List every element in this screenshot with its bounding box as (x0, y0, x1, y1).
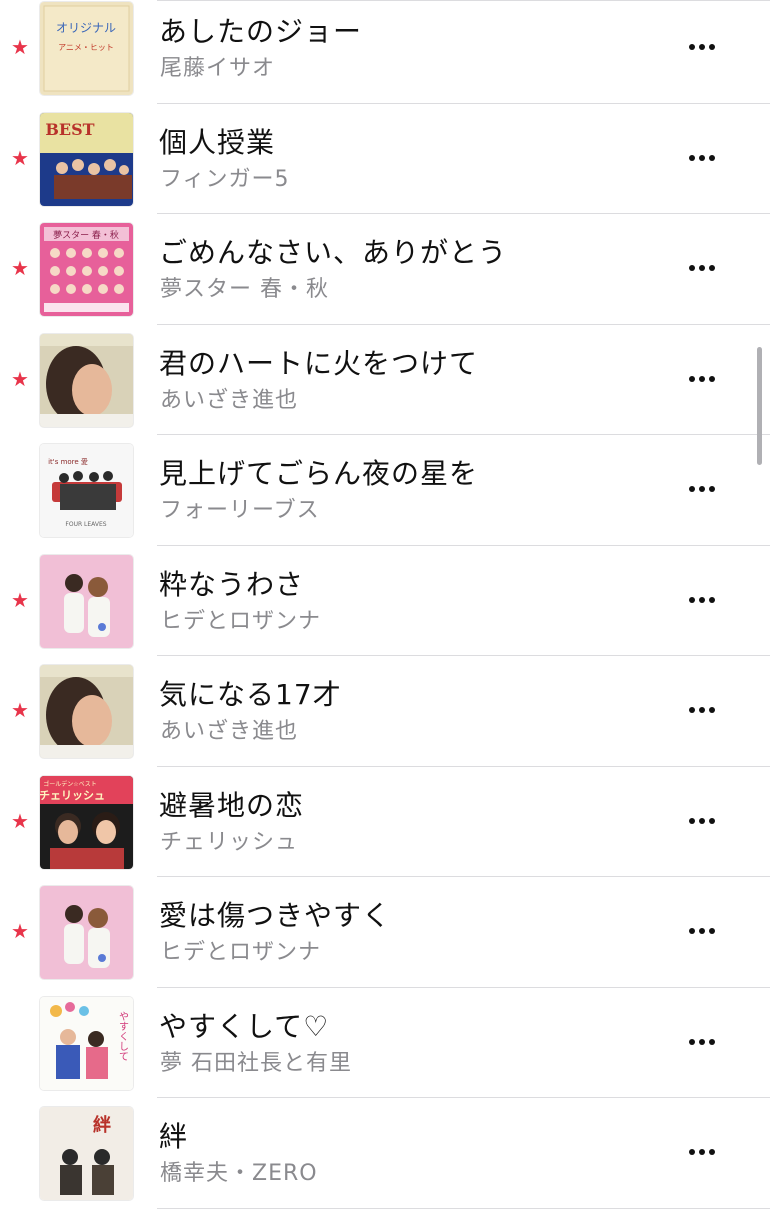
track-artist: 橋幸夫・ZERO (160, 1161, 318, 1186)
track-row[interactable]: ★ 夢スター 春・秋 ごめんなさい、ありがとう 夢スター 春・秋 (0, 214, 770, 325)
track-title: 見上げてごらん夜の星を (159, 457, 479, 490)
star-icon: ★ (11, 587, 29, 612)
svg-text:絆: 絆 (93, 1114, 111, 1136)
album-artwork: 夢スター 春・秋 (40, 223, 133, 316)
more-options-icon[interactable] (680, 1028, 724, 1056)
svg-text:やすくして: やすくして (117, 1010, 129, 1060)
more-options-icon[interactable] (680, 696, 724, 724)
track-title: 気になる17才 (159, 678, 342, 711)
more-options-icon[interactable] (680, 586, 724, 614)
track-artist: あいざき進也 (160, 719, 299, 744)
more-options-icon[interactable] (680, 807, 724, 835)
track-row[interactable]: ★ ゴールデン☆ベスト チェリッシュ 避暑地の恋 チェリッシュ (0, 767, 770, 877)
track-title: 愛は傷つきやすく (159, 899, 392, 932)
svg-text:BEST: BEST (45, 120, 94, 139)
track-artist: フィンガー5 (160, 166, 290, 192)
track-row[interactable]: ★ 気になる17才 あいざき進也 (0, 656, 770, 767)
album-artwork: ゴールデン☆ベスト チェリッシュ (40, 775, 133, 869)
album-artwork: BEST (40, 112, 133, 206)
star-icon: ★ (11, 256, 29, 280)
track-row[interactable]: ★ 君のハートに火をつけて あいざき進也 (0, 325, 770, 435)
track-title: 君のハートに火をつけて (159, 346, 479, 380)
album-artwork: オリジナル アニメ・ヒット (40, 2, 133, 95)
more-options-icon[interactable] (680, 365, 724, 393)
scrollbar[interactable] (757, 347, 762, 465)
track-artist: ヒデとロザンナ (160, 940, 322, 965)
track-artist: ヒデとロザンナ (160, 608, 322, 634)
more-options-icon[interactable] (680, 917, 724, 945)
more-options-icon[interactable] (680, 33, 724, 61)
svg-text:FOUR LEAVES: FOUR LEAVES (65, 521, 106, 528)
album-artwork: 絆 (40, 1107, 133, 1200)
svg-text:オリジナル: オリジナル (56, 21, 116, 35)
star-icon: ★ (11, 808, 29, 833)
track-artist: あいざき進也 (160, 387, 299, 413)
track-row[interactable]: ★ BEST 個人授業 フィンガー5 (0, 104, 770, 214)
track-title: ごめんなさい、ありがとう (159, 236, 508, 269)
track-artist: チェリッシュ (160, 829, 299, 855)
track-title: 絆 (159, 1120, 189, 1153)
svg-text:ゴールデン☆ベスト: ゴールデン☆ベスト (43, 780, 97, 788)
star-icon: ★ (11, 35, 29, 59)
album-artwork (40, 554, 133, 648)
star-icon: ★ (11, 366, 29, 391)
track-title: 避暑地の恋 (159, 788, 305, 822)
svg-text:チェリッシュ: チェリッシュ (40, 789, 105, 802)
album-artwork: やすくして (40, 996, 133, 1090)
row-separator (157, 1207, 770, 1209)
svg-text:it's more 愛: it's more 愛 (48, 457, 88, 466)
star-icon: ★ (11, 698, 29, 722)
track-row[interactable]: ★ 愛は傷つきやすく ヒデとロザンナ (0, 877, 770, 988)
album-artwork (40, 665, 133, 758)
track-title: あしたのジョー (159, 15, 363, 48)
more-options-icon[interactable] (680, 475, 724, 503)
svg-text:アニメ・ヒット: アニメ・ヒット (58, 43, 114, 52)
track-artist: 夢 石田社長と有里 (160, 1050, 352, 1076)
track-artist: 夢スター 春・秋 (160, 277, 329, 302)
track-title: 個人授業 (159, 125, 276, 159)
track-row[interactable]: ★ 粋なうわさ ヒデとロザンナ (0, 546, 770, 656)
track-row[interactable]: ★ オリジナル アニメ・ヒット あしたのジョー 尾藤イサオ (0, 0, 770, 104)
track-title: やすくして♡ (159, 1009, 330, 1043)
album-artwork (40, 333, 133, 427)
album-artwork (40, 886, 133, 979)
star-icon: ★ (11, 145, 29, 170)
track-row[interactable]: ★ it's more 愛 FOUR LEAVES 見上げてごらん夜の星を フォ… (0, 435, 770, 546)
track-row[interactable]: ★ 絆 絆 橋幸夫・ZERO (0, 1098, 770, 1209)
more-options-icon[interactable] (680, 1138, 724, 1166)
album-artwork: it's more 愛 FOUR LEAVES (40, 444, 133, 537)
track-title: 粋なうわさ (159, 567, 305, 601)
svg-text:夢スター 春・秋: 夢スター 春・秋 (53, 229, 119, 241)
track-row[interactable]: ★ やすくして やすくして♡ 夢 石田社長と有里 (0, 988, 770, 1098)
star-icon: ★ (11, 919, 29, 943)
more-options-icon[interactable] (680, 254, 724, 282)
more-options-icon[interactable] (680, 144, 724, 172)
track-artist: フォーリーブス (160, 498, 320, 523)
track-artist: 尾藤イサオ (160, 56, 276, 81)
track-list: ★ オリジナル アニメ・ヒット あしたのジョー 尾藤イサオ ★ BEST 個人授… (0, 0, 770, 1209)
